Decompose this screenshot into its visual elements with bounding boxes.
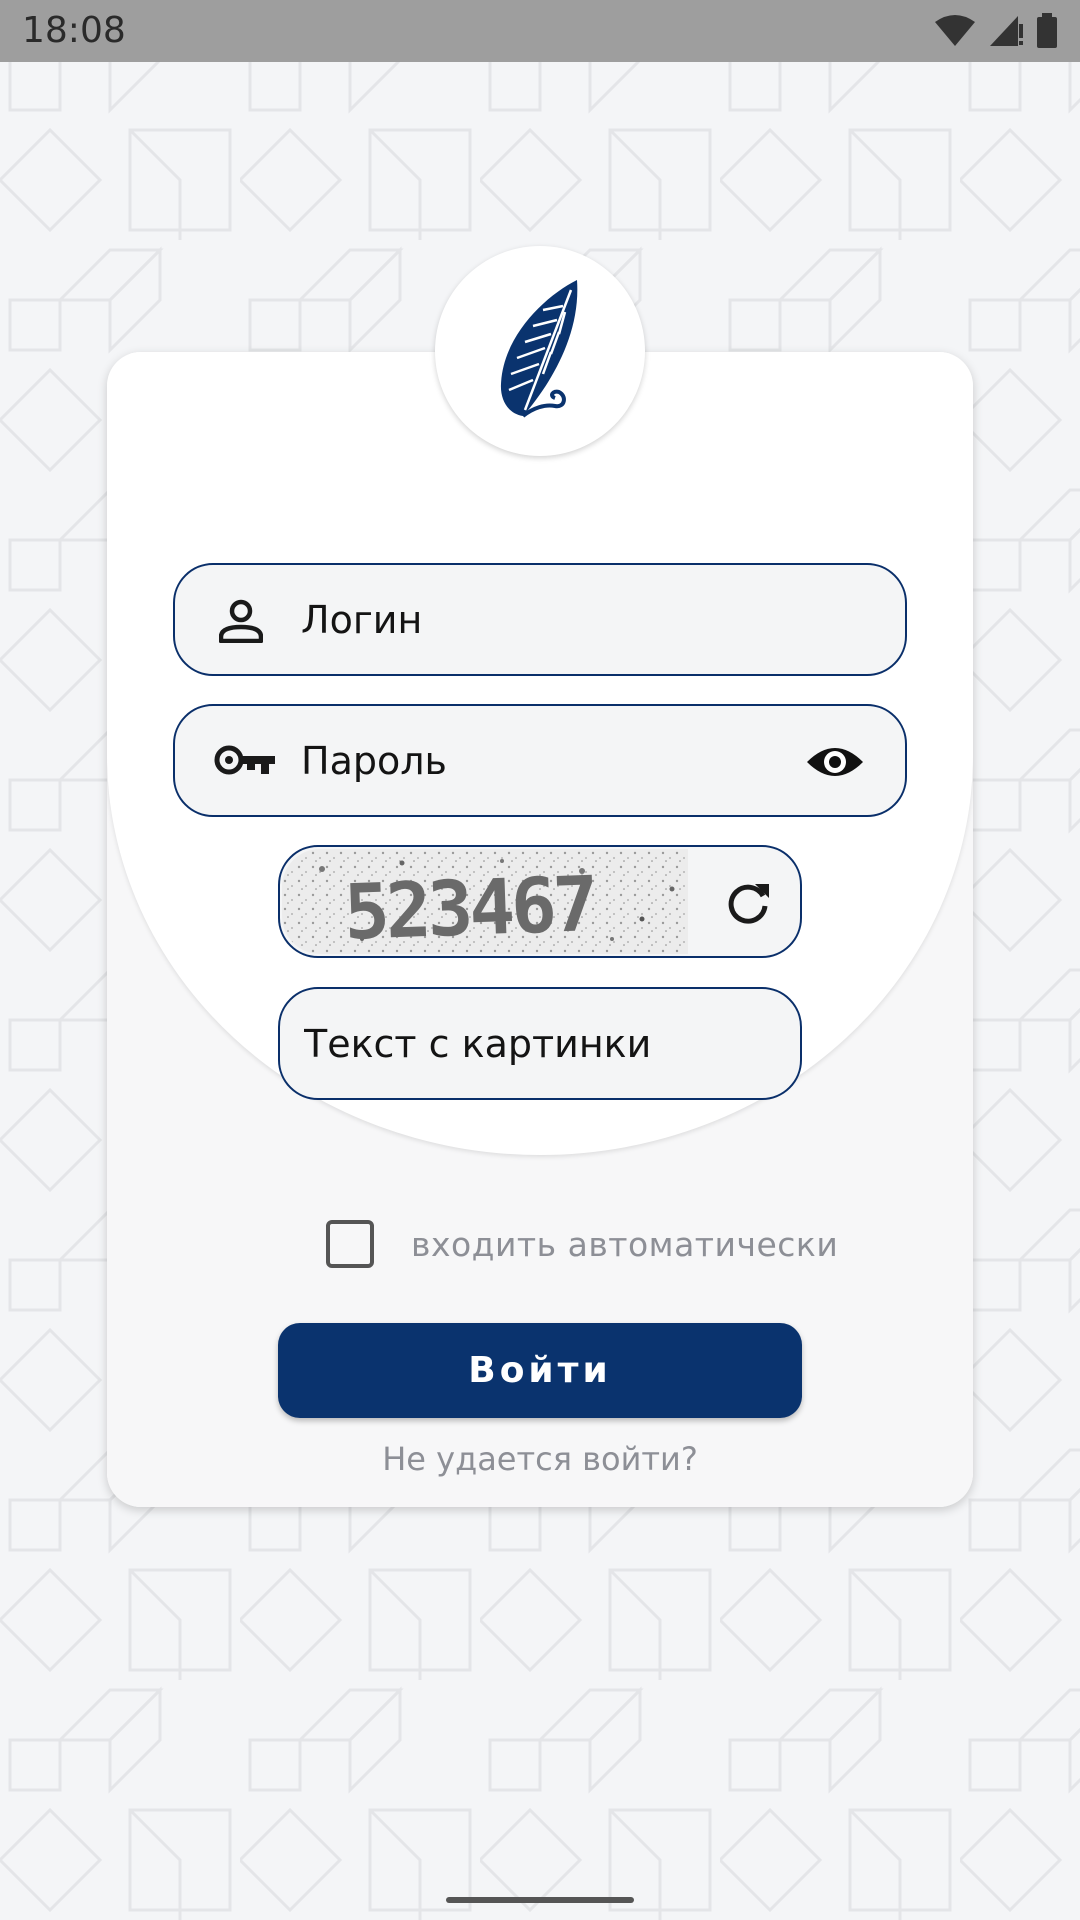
login-field[interactable] xyxy=(173,563,907,676)
navigation-handle[interactable] xyxy=(446,1897,634,1903)
password-field[interactable] xyxy=(173,704,907,817)
signal-icon xyxy=(990,16,1023,46)
remember-me-checkbox[interactable] xyxy=(326,1220,374,1268)
logo-badge xyxy=(435,246,645,456)
remember-me-row[interactable]: входить автоматически xyxy=(326,1217,838,1271)
cant-login-link[interactable]: Не удается войти? xyxy=(278,1440,802,1478)
captcha-image: 523467 xyxy=(282,849,688,954)
captcha-input-field[interactable] xyxy=(278,987,802,1100)
key-icon xyxy=(214,745,275,775)
user-icon xyxy=(219,599,263,643)
captcha-input[interactable] xyxy=(304,989,774,1098)
wifi-icon xyxy=(935,15,975,46)
password-input[interactable] xyxy=(301,706,771,815)
show-password-eye-icon[interactable] xyxy=(805,742,865,782)
captcha-code: 523467 xyxy=(342,859,596,954)
login-input[interactable] xyxy=(301,565,881,674)
remember-me-label: входить автоматически xyxy=(411,1224,839,1264)
feather-logo-icon xyxy=(500,280,578,418)
captcha-box: 523467 xyxy=(278,845,802,958)
status-bar: 18:08 xyxy=(0,0,1080,62)
refresh-captcha-icon[interactable] xyxy=(725,880,771,926)
login-button[interactable]: Войти xyxy=(278,1323,802,1418)
status-time: 18:08 xyxy=(22,10,126,51)
battery-icon xyxy=(1037,13,1057,48)
